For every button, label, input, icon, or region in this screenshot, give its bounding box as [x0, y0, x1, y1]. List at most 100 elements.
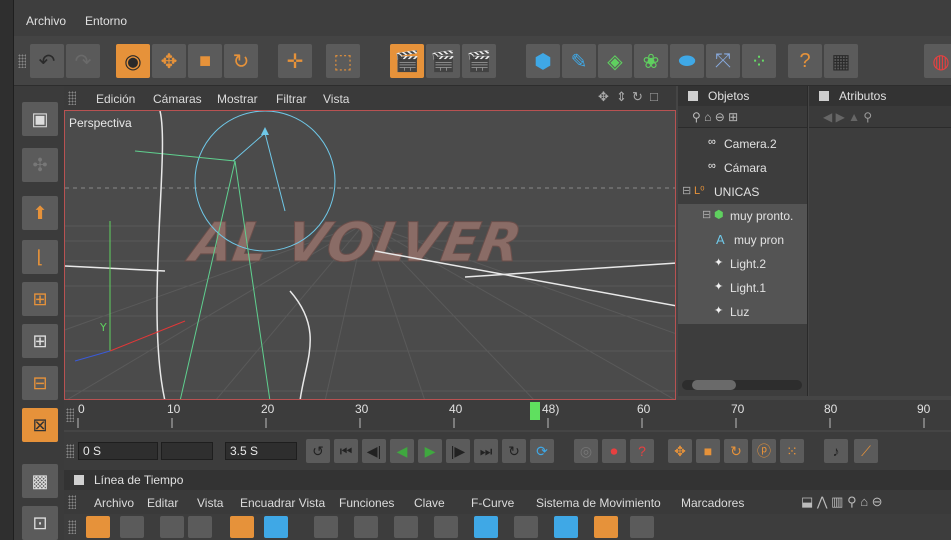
render-settings-button[interactable]: 🎬: [462, 44, 496, 78]
object-item-luz[interactable]: ✦ Luz: [678, 300, 807, 324]
goto-start-button[interactable]: ↺: [306, 439, 330, 463]
array-button[interactable]: ❀: [634, 44, 668, 78]
model-mode-button[interactable]: ⬆: [22, 196, 58, 230]
viewport-rotate-icon[interactable]: ↻: [632, 89, 643, 105]
up-arrow-icon[interactable]: ▲: [848, 110, 860, 124]
menu-entorno[interactable]: Entorno: [85, 14, 127, 28]
collapse-toggle-icon[interactable]: ⊟: [702, 208, 711, 221]
object-item-camera2[interactable]: ∞ Camera.2: [678, 132, 807, 156]
rotate-button[interactable]: ↻: [224, 44, 258, 78]
edges-mode-button[interactable]: ⊞: [22, 324, 58, 358]
timeline-tool-8[interactable]: [354, 516, 378, 538]
snap-button[interactable]: ⊡: [22, 506, 58, 540]
forward-arrow-icon[interactable]: ▶: [836, 110, 845, 124]
fcurve-button[interactable]: ⟋: [854, 439, 878, 463]
redo-button[interactable]: ↷: [66, 44, 100, 78]
next-key-button[interactable]: |▶: [446, 439, 470, 463]
disabled-key-button[interactable]: ◎: [574, 439, 598, 463]
last-frame-button[interactable]: ⏭: [474, 439, 498, 463]
viewport-perspective[interactable]: AL VOLVER Y Perspectiva: [64, 110, 676, 400]
move-button[interactable]: ✥: [152, 44, 186, 78]
start-time-field[interactable]: 0 S: [78, 442, 158, 460]
search-icon[interactable]: ⚲: [692, 110, 701, 124]
back-arrow-icon[interactable]: ◀: [823, 110, 832, 124]
axis-button[interactable]: ✛: [278, 44, 312, 78]
live-selection-button[interactable]: ◉: [116, 44, 150, 78]
key-parameter-button[interactable]: ⓟ: [752, 439, 776, 463]
object-item-camara[interactable]: ∞ Cámara: [678, 156, 807, 180]
timeline-tool-14[interactable]: [594, 516, 618, 538]
prev-key-button[interactable]: ◀|: [362, 439, 386, 463]
timeline-tool-2[interactable]: [120, 516, 144, 538]
timeline-tool-12[interactable]: [514, 516, 538, 538]
objects-scrollbar-thumb[interactable]: [692, 380, 736, 390]
object-item-unicas[interactable]: ⊟ L⁰ UNICAS: [678, 180, 807, 204]
timeline-tool-11[interactable]: [474, 516, 498, 538]
make-editable-button[interactable]: ✣: [22, 148, 58, 182]
undo-button[interactable]: ↶: [30, 44, 64, 78]
play-forward-button[interactable]: ▶: [418, 439, 442, 463]
timeline-tool-6[interactable]: [264, 516, 288, 538]
coordinate-system-button[interactable]: ⬚: [326, 44, 360, 78]
timeline-menu-funciones[interactable]: Funciones: [339, 496, 394, 510]
timeline-menu-motion[interactable]: Sistema de Movimiento: [536, 496, 661, 510]
timeline-menu-archivo[interactable]: Archivo: [94, 496, 134, 510]
play-backward-button[interactable]: ◀: [390, 439, 414, 463]
viewport-menu-mostrar[interactable]: Mostrar: [217, 92, 258, 106]
timeline-tool-15[interactable]: [630, 516, 654, 538]
key-scale-button[interactable]: ■: [696, 439, 720, 463]
texture-mode-button[interactable]: ⊠: [22, 408, 58, 442]
cube-button[interactable]: ⬢: [526, 44, 560, 78]
viewport-move-icon[interactable]: ✥: [598, 89, 609, 105]
viewport-menu-vista[interactable]: Vista: [323, 92, 349, 106]
sound-button[interactable]: ♪: [824, 439, 848, 463]
menu-archivo[interactable]: Archivo: [26, 14, 66, 28]
viewport-zoom-icon[interactable]: ⇕: [616, 89, 627, 105]
new-window-icon[interactable]: ⊞: [728, 110, 738, 124]
timeline-tool-5[interactable]: [230, 516, 254, 538]
timeline-menu-vista[interactable]: Vista: [197, 496, 223, 510]
timeline-tool-10[interactable]: [434, 516, 458, 538]
timeline-menu-editar[interactable]: Editar: [147, 496, 178, 510]
help-button[interactable]: ?: [788, 44, 822, 78]
timeline-menu-fcurve[interactable]: F-Curve: [471, 496, 514, 510]
time-range-slider[interactable]: [161, 442, 213, 460]
timeline-menu-clave[interactable]: Clave: [414, 496, 445, 510]
scale-button[interactable]: ■: [188, 44, 222, 78]
search-icon[interactable]: ⚲: [863, 110, 872, 124]
timeline-menu-marcadores[interactable]: Marcadores: [681, 496, 744, 510]
loop-button[interactable]: ↻: [502, 439, 526, 463]
first-frame-button[interactable]: ⏮: [334, 439, 358, 463]
viewport-menu-grip[interactable]: [68, 91, 76, 105]
object-item-extrude[interactable]: ⊟ ⬢ muy pronto.: [678, 204, 807, 228]
scene-button[interactable]: ⤧: [706, 44, 740, 78]
record-active-button[interactable]: ⏺: [602, 439, 626, 463]
timeline-tools-grip[interactable]: [68, 520, 76, 534]
home-icon[interactable]: ⌂: [704, 110, 711, 124]
viewport-maximize-icon[interactable]: □: [650, 89, 658, 104]
web-button[interactable]: ◍: [924, 44, 951, 78]
filter-icon[interactable]: ⊖: [715, 110, 725, 124]
deformer-button[interactable]: ⬬: [670, 44, 704, 78]
timeline-menu-encuadrar[interactable]: Encuadrar Vista: [240, 496, 325, 510]
key-position-button[interactable]: ✥: [668, 439, 692, 463]
workplane-button[interactable]: ▩: [22, 464, 58, 498]
autokey-button[interactable]: ?: [630, 439, 654, 463]
objects-scrollbar[interactable]: [682, 380, 802, 390]
spline-button[interactable]: ✎: [562, 44, 596, 78]
object-mode-button[interactable]: ⌊: [22, 240, 58, 274]
object-item-light1[interactable]: ✦ Light.1: [678, 276, 807, 300]
viewport-layout-button[interactable]: ▣: [22, 102, 58, 136]
timeline-tool-3[interactable]: [160, 516, 184, 538]
viewport-menu-camaras[interactable]: Cámaras: [153, 92, 202, 106]
object-item-text[interactable]: A muy pron: [678, 228, 807, 252]
timeline-ruler[interactable]: 0 10 20 30 40 60 70 80 90 48): [64, 400, 951, 430]
timeline-tool-1[interactable]: [86, 516, 110, 538]
nurbs-button[interactable]: ◈: [598, 44, 632, 78]
object-item-light2[interactable]: ✦ Light.2: [678, 252, 807, 276]
render-picture-viewer-button[interactable]: 🎬: [426, 44, 460, 78]
layout-button[interactable]: ▦: [824, 44, 858, 78]
timeline-view-icons[interactable]: ⬓ ⋀ ▥ ⚲ ⌂ ⊖: [801, 494, 883, 510]
timeline-tool-7[interactable]: [314, 516, 338, 538]
timeline-menu-grip[interactable]: [68, 495, 76, 509]
